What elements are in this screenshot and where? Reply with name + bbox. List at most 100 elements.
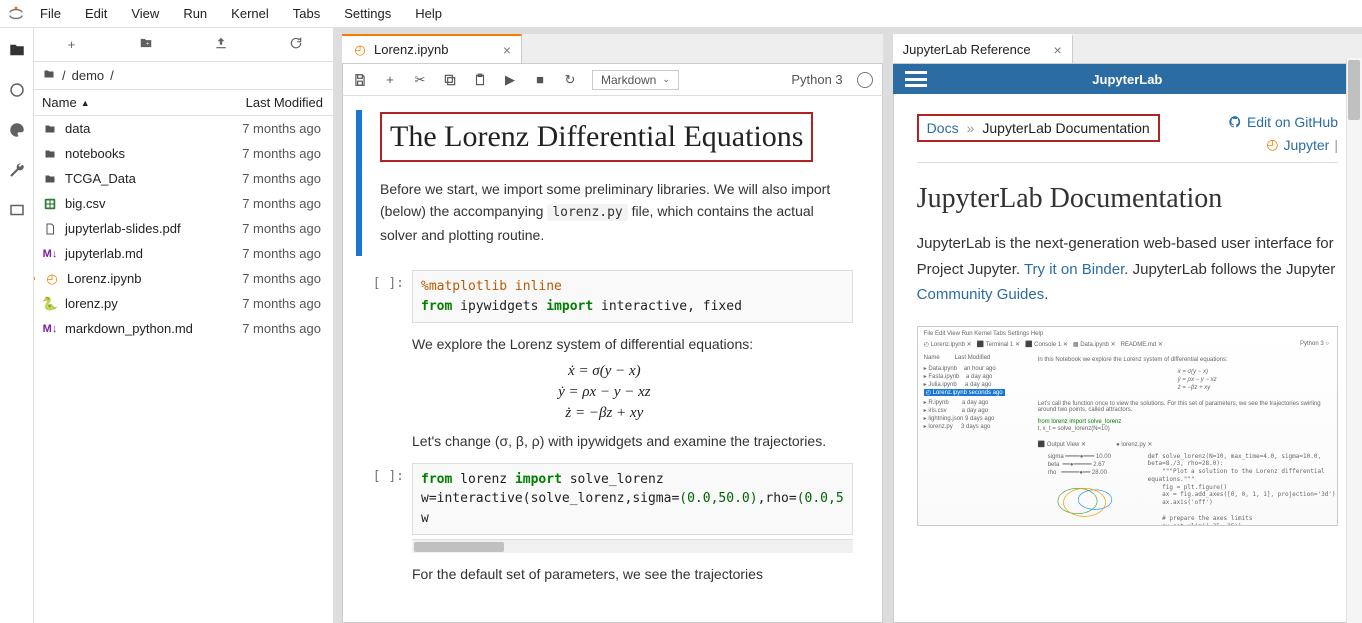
hamburger-icon[interactable] (905, 71, 927, 87)
code-cell-2[interactable]: [ ]: from lorenz import solve_lorenz w=i… (356, 463, 853, 554)
copy-icon[interactable] (442, 72, 458, 88)
menu-help[interactable]: Help (405, 2, 452, 25)
menu-tabs[interactable]: Tabs (283, 2, 330, 25)
binder-link[interactable]: Try it on Binder (1024, 261, 1124, 278)
breadcrumb-root[interactable]: / (62, 68, 66, 83)
activity-files-icon[interactable] (7, 40, 27, 60)
docs-body[interactable]: JupyterLab Edit on GitHub ◴Jupyter| Docs… (893, 64, 1362, 623)
cut-icon[interactable]: ✂ (412, 72, 428, 88)
vertical-scrollbar[interactable] (1346, 58, 1362, 623)
equation-1: ẋ = σ(y − x) (356, 363, 853, 380)
file-row[interactable]: 🐍lorenz.py7 months ago (34, 291, 333, 316)
file-row[interactable]: data7 months ago (34, 116, 333, 141)
tab-reference[interactable]: JupyterLab Reference × (893, 34, 1073, 63)
jupyter-link[interactable]: ◴Jupyter| (1228, 136, 1338, 153)
new-launcher-icon[interactable]: + (41, 37, 101, 52)
dock-area: ◴Lorenz.ipynb × + ✂ ▶ ■ ↻ Markdown⌄ Pyth… (334, 28, 1362, 623)
file-modified: 7 months ago (205, 321, 325, 336)
jupyter-logo-icon (6, 4, 26, 24)
scrollbar-thumb[interactable] (414, 542, 504, 552)
close-icon[interactable]: × (503, 42, 511, 58)
file-row[interactable]: notebooks7 months ago (34, 141, 333, 166)
file-row[interactable]: big.csv7 months ago (34, 191, 333, 216)
menu-settings[interactable]: Settings (334, 2, 401, 25)
equation-2: ẏ = ρx − y − xz (356, 384, 853, 401)
paste-icon[interactable] (472, 72, 488, 88)
explore-text: We explore the Lorenz system of differen… (412, 333, 853, 355)
scrollbar-thumb[interactable] (1348, 60, 1360, 120)
file-row[interactable]: M↓jupyterlab.md7 months ago (34, 241, 333, 266)
close-icon[interactable]: × (1053, 42, 1061, 58)
file-row[interactable]: jupyterlab-slides.pdf7 months ago (34, 216, 333, 241)
menu-view[interactable]: View (121, 2, 169, 25)
tab-label: JupyterLab Reference (903, 42, 1031, 57)
file-modified: 7 months ago (205, 171, 325, 186)
markdown-cell[interactable]: The Lorenz Differential Equations Before… (356, 110, 853, 256)
run-icon[interactable]: ▶ (502, 72, 518, 88)
notebook-title: The Lorenz Differential Equations (390, 118, 803, 156)
upload-icon[interactable] (191, 36, 251, 53)
activity-palette-icon[interactable] (7, 120, 27, 140)
svg-text:+: + (146, 41, 150, 47)
notebook-tabbar: ◴Lorenz.ipynb × (342, 34, 883, 64)
file-name: Lorenz.ipynb (67, 271, 141, 286)
restart-icon[interactable]: ↻ (562, 72, 578, 88)
chevron-down-icon: ⌄ (662, 74, 670, 85)
breadcrumb-folder[interactable]: demo (72, 68, 105, 83)
intro-paragraph: Before we start, we import some prelimin… (380, 178, 853, 247)
file-name: TCGA_Data (65, 171, 136, 186)
stop-icon[interactable]: ■ (532, 72, 548, 88)
header-name[interactable]: Name ▲ (34, 95, 213, 110)
highlight-annotation-2: Docs » JupyterLab Documentation (917, 114, 1160, 142)
menu-edit[interactable]: Edit (75, 2, 117, 25)
kernel-status-icon[interactable] (857, 72, 873, 88)
menu-file[interactable]: File (30, 2, 71, 25)
activity-tabs-icon[interactable] (7, 200, 27, 220)
guides-link[interactable]: Community Guides (917, 286, 1045, 303)
header-modified[interactable]: Last Modified (213, 95, 333, 110)
refresh-icon[interactable] (266, 36, 326, 53)
edit-github-link[interactable]: Edit on GitHub (1228, 114, 1338, 130)
file-name: big.csv (65, 196, 105, 211)
cell-prompt: [ ]: (356, 463, 412, 554)
running-dot-icon (34, 276, 35, 281)
code-cell-1[interactable]: [ ]: %matplotlib inline from ipywidgets … (356, 270, 853, 323)
folder-icon (42, 68, 56, 83)
menu-kernel[interactable]: Kernel (221, 2, 279, 25)
file-list-header: Name ▲ Last Modified (34, 90, 333, 116)
md-icon: M↓ (42, 321, 58, 337)
file-row[interactable]: M↓markdown_python.md7 months ago (34, 316, 333, 341)
add-cell-icon[interactable]: + (382, 72, 398, 88)
activity-running-icon[interactable] (7, 80, 27, 100)
notebook-body[interactable]: The Lorenz Differential Equations Before… (342, 96, 883, 623)
tab-lorenz[interactable]: ◴Lorenz.ipynb × (342, 34, 522, 63)
horizontal-scrollbar[interactable] (412, 539, 853, 553)
code-editor[interactable]: %matplotlib inline from ipywidgets impor… (412, 270, 853, 323)
folder-icon (42, 121, 58, 137)
menu-run[interactable]: Run (173, 2, 217, 25)
save-icon[interactable] (352, 72, 368, 88)
breadcrumb[interactable]: / demo / (34, 62, 333, 90)
file-toolbar: + + (34, 28, 333, 62)
docs-panel: JupyterLab Reference × JupyterLab Edit o… (893, 34, 1362, 623)
file-row[interactable]: ◴Lorenz.ipynb7 months ago (34, 266, 333, 291)
tab-label: Lorenz.ipynb (374, 42, 448, 57)
kernel-name[interactable]: Python 3 (791, 72, 842, 87)
file-modified: 7 months ago (205, 296, 325, 311)
celltype-select[interactable]: Markdown⌄ (592, 70, 679, 90)
docs-brand: JupyterLab (1092, 72, 1162, 87)
docs-side-links: Edit on GitHub ◴Jupyter| (1228, 114, 1338, 159)
notebook-panel: ◴Lorenz.ipynb × + ✂ ▶ ■ ↻ Markdown⌄ Pyth… (342, 34, 883, 623)
code-editor[interactable]: from lorenz import solve_lorenz w=intera… (412, 463, 853, 536)
cell-prompt: [ ]: (356, 270, 412, 323)
file-modified: 7 months ago (205, 146, 325, 161)
bc-separator: » (967, 120, 975, 136)
file-name: data (65, 121, 90, 136)
divider (917, 162, 1338, 163)
activity-wrench-icon[interactable] (7, 160, 27, 180)
new-folder-icon[interactable]: + (116, 36, 176, 53)
docs-bc-docs[interactable]: Docs (927, 120, 959, 136)
py-icon: 🐍 (42, 296, 58, 312)
docs-tabbar: JupyterLab Reference × (893, 34, 1362, 64)
file-row[interactable]: TCGA_Data 7 months ago (34, 166, 333, 191)
